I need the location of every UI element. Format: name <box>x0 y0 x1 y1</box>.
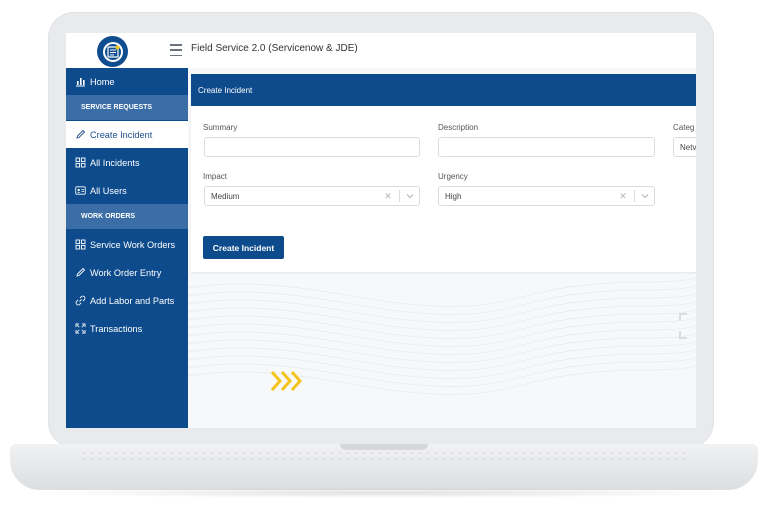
description-input[interactable] <box>445 138 654 156</box>
chevron-down-icon[interactable] <box>404 190 416 202</box>
category-select[interactable]: Netv <box>673 137 696 157</box>
top-bar: Field Service 2.0 (Servicenow & JDE) <box>66 33 696 69</box>
impact-value: Medium <box>211 191 240 201</box>
section-service-requests: SERVICE REQUESTS <box>66 95 188 120</box>
sidebar: Home SERVICE REQUESTS Create Incident Al… <box>66 68 188 428</box>
expand-icon <box>75 323 86 334</box>
sidebar-item-transactions[interactable]: Transactions <box>66 315 188 342</box>
frame-corners-icon <box>679 313 687 339</box>
sidebar-item-home[interactable]: Home <box>66 68 188 95</box>
sidebar-item-work-order-entry[interactable]: Work Order Entry <box>66 259 188 286</box>
description-label: Description <box>438 123 479 132</box>
link-icon <box>75 295 86 306</box>
create-incident-card: Create Incident Summary Description Cate… <box>191 74 696 272</box>
sidebar-item-create-incident[interactable]: Create Incident <box>66 121 188 148</box>
sidebar-item-label: Add Labor and Parts <box>90 295 175 306</box>
yellow-chevrons-icon <box>270 371 303 391</box>
category-value: Netv <box>680 142 696 152</box>
id-card-icon <box>75 185 86 196</box>
sidebar-item-all-incidents[interactable]: All Incidents <box>66 149 188 176</box>
sidebar-item-label: Create Incident <box>90 129 153 140</box>
main-content: Create Incident Summary Description Cate… <box>188 68 696 428</box>
sidebar-item-label: Home <box>90 76 115 87</box>
sidebar-item-label: Work Order Entry <box>90 267 162 278</box>
chart-icon <box>75 76 86 87</box>
description-field[interactable] <box>438 137 655 157</box>
chevron-down-icon[interactable] <box>639 190 651 202</box>
pencil-icon <box>75 129 86 140</box>
app-screen: Field Service 2.0 (Servicenow & JDE) Hom… <box>66 33 696 428</box>
category-label: Categ <box>673 123 695 132</box>
card-title: Create Incident <box>191 74 696 106</box>
impact-label: Impact <box>203 172 228 181</box>
menu-toggle-icon[interactable] <box>170 44 182 56</box>
app-title: Field Service 2.0 (Servicenow & JDE) <box>191 43 358 54</box>
urgency-clear-icon[interactable]: ✕ <box>616 191 630 202</box>
laptop-keyboard <box>80 450 688 462</box>
select-separator <box>634 190 635 202</box>
sidebar-item-all-users[interactable]: All Users <box>66 177 188 204</box>
background-waves <box>188 277 696 395</box>
sidebar-item-label: Service Work Orders <box>90 239 176 250</box>
summary-label: Summary <box>203 123 238 132</box>
app-logo[interactable] <box>97 36 128 67</box>
sidebar-item-label: Transactions <box>90 323 143 334</box>
grid-icon <box>75 239 86 250</box>
impact-clear-icon[interactable]: ✕ <box>381 191 395 202</box>
sidebar-item-service-work-orders[interactable]: Service Work Orders <box>66 231 188 258</box>
summary-input[interactable] <box>211 138 419 156</box>
urgency-label: Urgency <box>438 172 468 181</box>
urgency-value: High <box>445 191 462 201</box>
sidebar-item-add-labor-and-parts[interactable]: Add Labor and Parts <box>66 287 188 314</box>
pencil-icon <box>75 267 86 278</box>
section-work-orders: WORK ORDERS <box>66 204 188 229</box>
logo-icon <box>102 41 123 62</box>
select-separator <box>399 190 400 202</box>
create-incident-button[interactable]: Create Incident <box>203 236 284 259</box>
laptop-base <box>10 444 758 490</box>
laptop-shadow <box>20 488 748 498</box>
summary-field[interactable] <box>204 137 420 157</box>
sidebar-item-label: All Incidents <box>90 157 140 168</box>
impact-select[interactable]: Medium ✕ <box>204 186 420 206</box>
grid-icon <box>75 157 86 168</box>
sidebar-item-label: All Users <box>90 185 127 196</box>
urgency-select[interactable]: High ✕ <box>438 186 655 206</box>
